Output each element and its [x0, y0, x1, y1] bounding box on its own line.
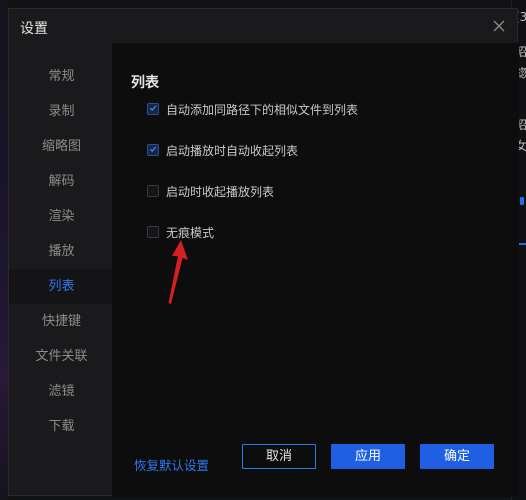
dialog-titlebar: 设置: [9, 9, 517, 43]
sidebar-item-playback[interactable]: 播放: [9, 234, 112, 269]
ok-button[interactable]: 确定: [420, 444, 494, 469]
settings-dialog: 设置 常规 录制 缩略图 解码 渲染 播放 列表 快捷键 文件关联 滤镜 下载 …: [8, 8, 519, 497]
sidebar-item-file-association[interactable]: 文件关联: [9, 339, 112, 374]
checkbox-unchecked[interactable]: [147, 226, 159, 238]
close-icon[interactable]: [491, 18, 507, 34]
sidebar-item-shortcuts[interactable]: 快捷键: [9, 304, 112, 339]
section-title: 列表: [131, 75, 159, 91]
sidebar-item-list[interactable]: 列表: [9, 269, 112, 304]
checkbox-checked[interactable]: [147, 103, 159, 115]
apply-button[interactable]: 应用: [331, 444, 405, 469]
sidebar-item-record[interactable]: 录制: [9, 94, 112, 129]
background-app-left-edge: [0, 0, 8, 500]
option-label: 启动播放时自动收起列表: [166, 143, 299, 158]
sidebar-item-general[interactable]: 常规: [9, 59, 112, 94]
sidebar-item-thumbnail[interactable]: 缩略图: [9, 129, 112, 164]
restore-defaults-link[interactable]: 恢复默认设置: [134, 455, 209, 474]
sidebar-item-download[interactable]: 下载: [9, 409, 112, 444]
background-blue-marker: [520, 197, 524, 205]
option-label: 无痕模式: [166, 225, 215, 240]
option-label: 启动时收起播放列表: [166, 184, 275, 199]
check-icon: [149, 105, 157, 112]
option-collapse-list-on-play[interactable]: 启动播放时自动收起列表: [147, 142, 298, 158]
sidebar-item-render[interactable]: 渲染: [9, 199, 112, 234]
sidebar-item-decode[interactable]: 解码: [9, 164, 112, 199]
checkbox-unchecked[interactable]: [147, 185, 159, 197]
checkbox-checked[interactable]: [147, 144, 159, 156]
settings-sidebar: 常规 录制 缩略图 解码 渲染 播放 列表 快捷键 文件关联 滤镜 下载: [9, 59, 112, 444]
sidebar-item-filters[interactable]: 滤镜: [9, 374, 112, 409]
option-add-similar-files[interactable]: 自动添加同路径下的相似文件到列表: [147, 101, 358, 117]
option-incognito-mode[interactable]: 无痕模式: [147, 224, 214, 240]
red-arrow-icon: [168, 240, 188, 304]
cancel-button[interactable]: 取消: [242, 444, 316, 469]
option-label: 自动添加同路径下的相似文件到列表: [166, 102, 359, 117]
option-collapse-list-on-start[interactable]: 启动时收起播放列表: [147, 183, 274, 199]
dialog-title: 设置: [20, 21, 48, 37]
check-icon: [149, 146, 157, 153]
